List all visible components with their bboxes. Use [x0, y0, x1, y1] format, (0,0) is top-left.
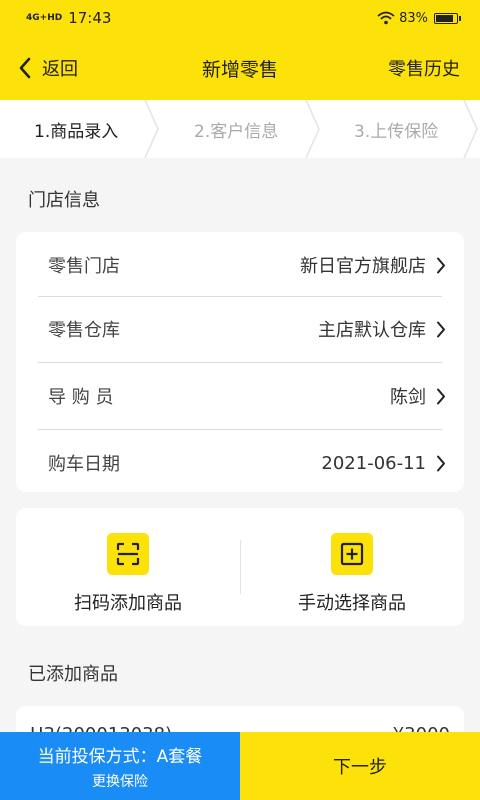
sales-guide-row[interactable]: 导 购 员 陈剑: [16, 363, 464, 429]
retail-store-row[interactable]: 零售门店 新日官方旗舰店: [16, 232, 464, 298]
row-label: 购车日期: [48, 454, 120, 475]
row-label: 导 购 员: [48, 387, 114, 408]
chevron-right-icon: [437, 455, 445, 471]
step-product-entry: 1.商品录入: [34, 121, 119, 142]
change-insurance-label: 更换保险: [92, 773, 148, 790]
back-button[interactable]: 返回: [18, 36, 78, 100]
step-separator-icon: [305, 100, 320, 158]
row-value: 陈剑: [390, 387, 426, 408]
added-products-title: 已添加商品: [28, 664, 118, 685]
manual-select-label: 手动选择商品: [298, 593, 406, 614]
retail-warehouse-row[interactable]: 零售仓库 主店默认仓库: [16, 296, 464, 362]
step-upload-insurance: 3.上传保险: [354, 121, 439, 142]
row-value: 新日官方旗舰店: [300, 256, 426, 277]
insurance-plan-button[interactable]: 当前投保方式：A套餐 更换保险: [0, 732, 240, 800]
battery-icon: [434, 12, 461, 24]
chevron-right-icon: [437, 321, 445, 337]
step-separator-icon: [463, 100, 478, 158]
store-info-card: 零售门店 新日官方旗舰店 零售仓库 主店默认仓库 导 购 员 陈剑 购车日期 2…: [16, 232, 464, 492]
chevron-right-icon: [437, 388, 445, 404]
network-indicator: 4G+HD: [26, 12, 63, 23]
status-time: 17:43: [68, 9, 112, 27]
status-bar: 4G+HD 17:43 83%: [0, 0, 480, 36]
back-label: 返回: [42, 59, 78, 80]
battery-fill: [436, 14, 453, 22]
chevron-left-icon: [19, 57, 31, 79]
scan-add-product-button[interactable]: 扫码添加商品: [16, 508, 240, 626]
purchase-date-row[interactable]: 购车日期 2021-06-11: [16, 430, 464, 496]
nav-bar: 返回 新增零售 零售历史: [0, 36, 480, 100]
next-step-button[interactable]: 下一步: [240, 732, 480, 800]
row-value: 主店默认仓库: [318, 320, 426, 341]
step-customer-info: 2.客户信息: [194, 121, 279, 142]
retail-history-button[interactable]: 零售历史: [388, 36, 460, 100]
manual-select-product-button[interactable]: 手动选择商品: [240, 508, 464, 626]
scan-icon: [107, 533, 149, 575]
scan-add-label: 扫码添加商品: [74, 593, 182, 614]
current-plan-text: 当前投保方式：A套餐: [37, 746, 203, 767]
add-square-icon: [331, 533, 373, 575]
status-right: 83%: [377, 10, 461, 26]
step-indicator: 1.商品录入 2.客户信息 3.上传保险: [0, 100, 480, 158]
wifi-icon: [377, 11, 395, 25]
step-separator-icon: [144, 100, 159, 158]
row-label: 零售门店: [48, 256, 120, 277]
row-value: 2021-06-11: [321, 452, 426, 474]
row-label: 零售仓库: [48, 320, 120, 341]
battery-percent: 83%: [399, 10, 428, 26]
store-info-title: 门店信息: [28, 190, 100, 211]
chevron-right-icon: [437, 257, 445, 273]
add-product-card: 扫码添加商品 手动选择商品: [16, 508, 464, 626]
